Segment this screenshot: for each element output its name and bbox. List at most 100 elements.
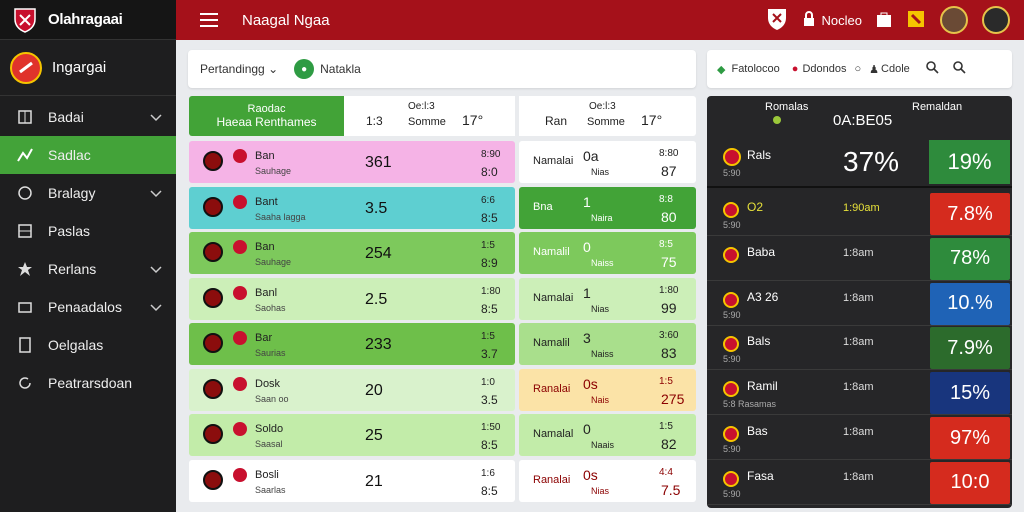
hamburger-menu-icon[interactable] (194, 7, 224, 33)
top-percent-cell[interactable]: 19% (929, 140, 1010, 184)
match-odds-row[interactable]: Ranalai 0s Nias 4:4 7.5 (519, 459, 696, 502)
match-score: 21 (365, 472, 383, 490)
chevron-down-icon (150, 185, 162, 201)
logo-text: Olahragaai (48, 11, 123, 28)
team-badge (723, 246, 739, 263)
team-badge (723, 381, 739, 398)
filter-tag[interactable]: ● Natakla (294, 59, 361, 79)
chevron-down-icon: ⌄ (268, 62, 279, 76)
match-score: 254 (365, 245, 392, 262)
chevron-down-icon (150, 261, 162, 277)
match-row[interactable]: Soldo Saasal 25 1:50 8:5 (189, 414, 515, 456)
sidebar-item-0[interactable]: Badai (0, 98, 176, 136)
sidebar-item-4[interactable]: Rerlans (0, 250, 176, 288)
table-header-col1[interactable]: Raodac Haeaa Renthames (189, 96, 344, 136)
search-icon[interactable] (925, 61, 939, 77)
odds-percent-cell[interactable]: 10:0 (930, 461, 1010, 504)
team-logo-icon (233, 240, 247, 254)
match-row[interactable]: Ban Sauhage 361 8:90 8:0 (189, 141, 515, 183)
sidebar-item-7[interactable]: Peatrarsdoan (0, 364, 176, 402)
page-title: Naagal Ngaa (242, 11, 330, 29)
filter-bar: Pertandingg ⌄ ● Natakla (188, 50, 696, 88)
match-odds-row[interactable]: Namalil 3 Naiss 3:60 83 (519, 323, 696, 365)
sidebar-item-6[interactable]: Oelgalas (0, 326, 176, 364)
match-row[interactable]: Dosk Saan oo 20 1:0 3.5 (189, 368, 515, 411)
team-badge (723, 148, 741, 166)
team-logo-icon (233, 194, 247, 209)
top-percent[interactable]: 37% (843, 146, 899, 178)
heart-icon: ● (791, 63, 799, 75)
right-filter-item[interactable]: Ddondos (802, 63, 846, 75)
team-crest-icon (203, 151, 223, 171)
match-odds-row[interactable]: Namalal 0 Naais 1:5 82 (519, 414, 696, 456)
match-row[interactable]: Bar Saurias 233 1:5 3.7 (189, 323, 515, 365)
grid-icon (16, 222, 34, 240)
filter-dropdown[interactable]: Pertandingg ⌄ (200, 62, 278, 76)
shield-icon[interactable] (766, 7, 788, 34)
odds-row[interactable]: Bals 5:90 1:8am 7.9% (707, 326, 1012, 371)
odds-row[interactable]: A3 26 5:90 1:8am 10.% (707, 282, 1012, 326)
match-row[interactable]: Banl Saohas 2.5 1:80 8:5 (189, 277, 515, 320)
odds-row[interactable]: O2 5:90 1:90am 7.8% (707, 192, 1012, 236)
sidebar-item-label: Bralagy (48, 185, 96, 201)
team-badge (723, 470, 739, 487)
club-avatar[interactable] (982, 6, 1010, 34)
right-filter-item[interactable]: Fatolocoo (731, 63, 779, 75)
match-row[interactable]: Bant Saaha lagga 3.5 6:6 8:5 (189, 186, 515, 229)
sidebar-item-label: Penaadalos (48, 299, 122, 315)
table-header-col3[interactable]: Ran Oe:l:3 Somme 17° (519, 96, 696, 136)
sidebar-item-label: Paslas (48, 223, 91, 239)
status-dot (773, 116, 781, 124)
odds-row[interactable]: Bas 5:90 1:8am 97% (707, 416, 1012, 460)
badge-icon[interactable] (906, 9, 926, 32)
table-header-col2[interactable]: 1:3 Oe:l:3 Somme 17° (344, 96, 515, 136)
sidebar-item-label: Sadlac (48, 147, 91, 163)
team-logo-icon (233, 285, 247, 300)
odds-row[interactable]: Ramil 5:8 Rasamas 1:8am 15% (707, 371, 1012, 416)
team-crest-icon (203, 287, 223, 308)
odds-row[interactable]: Fasa 5:90 1:8am 10:0 (707, 461, 1012, 505)
document-icon (16, 336, 34, 354)
odds-row[interactable]: Baba 1:8am 78% (707, 237, 1012, 281)
team-logo-icon (233, 376, 247, 391)
match-odds-row[interactable]: Namalai 0a Nias 8:80 87 (519, 141, 696, 183)
folder-icon (16, 298, 34, 316)
team-crest-icon (203, 469, 223, 490)
team-logo-icon (233, 422, 247, 436)
odds-percent-cell[interactable]: 7.9% (930, 327, 1010, 370)
match-score: 2.5 (365, 290, 388, 308)
team-logo-icon (233, 149, 247, 163)
sidebar-item-3[interactable]: Paslas (0, 212, 176, 250)
search-icon-2[interactable] (952, 61, 966, 77)
match-odds-row[interactable]: Ranalai 0s Nais 1:5 275 (519, 368, 696, 411)
lock-icon (802, 10, 816, 30)
bag-icon[interactable] (876, 10, 892, 31)
odds-percent-cell[interactable]: 78% (930, 237, 1010, 280)
sidebar-item-2[interactable]: Bralagy (0, 174, 176, 212)
odds-percent-cell[interactable]: 10.% (930, 282, 1010, 325)
match-odds-row[interactable]: Bna 1 Naira 8:8 80 (519, 186, 696, 229)
user-avatar[interactable] (940, 6, 968, 34)
match-row[interactable]: Ban Sauhage 254 1:5 8:9 (189, 232, 515, 274)
odds-percent-cell[interactable]: 15% (930, 372, 1010, 415)
sidebar-item-5[interactable]: Penaadalos (0, 288, 176, 326)
sidebar-item-1[interactable]: Sadlac (0, 136, 176, 174)
match-row[interactable]: Bosli Saarlas 21 1:6 8:5 (189, 459, 515, 502)
right-filter-item[interactable]: Cdole (881, 63, 910, 75)
odds-percent-cell[interactable]: 97% (930, 417, 1010, 459)
profile[interactable]: Ingargai (0, 40, 176, 96)
match-score: 361 (365, 154, 392, 171)
match-odds-row[interactable]: Namalai 1 Nias 1:80 99 (519, 277, 696, 320)
pin-icon: ○ (854, 63, 862, 75)
team-badge (723, 291, 739, 308)
app-logo[interactable]: Olahragaai (0, 0, 176, 40)
odds-percent-cell[interactable]: 7.8% (930, 193, 1010, 235)
sidebar-item-label: Peatrarsdoan (48, 375, 133, 391)
circle-icon (16, 184, 34, 202)
refresh-icon (16, 374, 34, 392)
match-odds-row[interactable]: Namalil 0 Naiss 8:5 75 (519, 232, 696, 274)
team-badge (723, 336, 739, 353)
top-user-label[interactable]: Nocleo (802, 10, 862, 30)
person-icon: ♟ (869, 63, 880, 76)
sidebar-item-label: Badai (48, 109, 84, 125)
